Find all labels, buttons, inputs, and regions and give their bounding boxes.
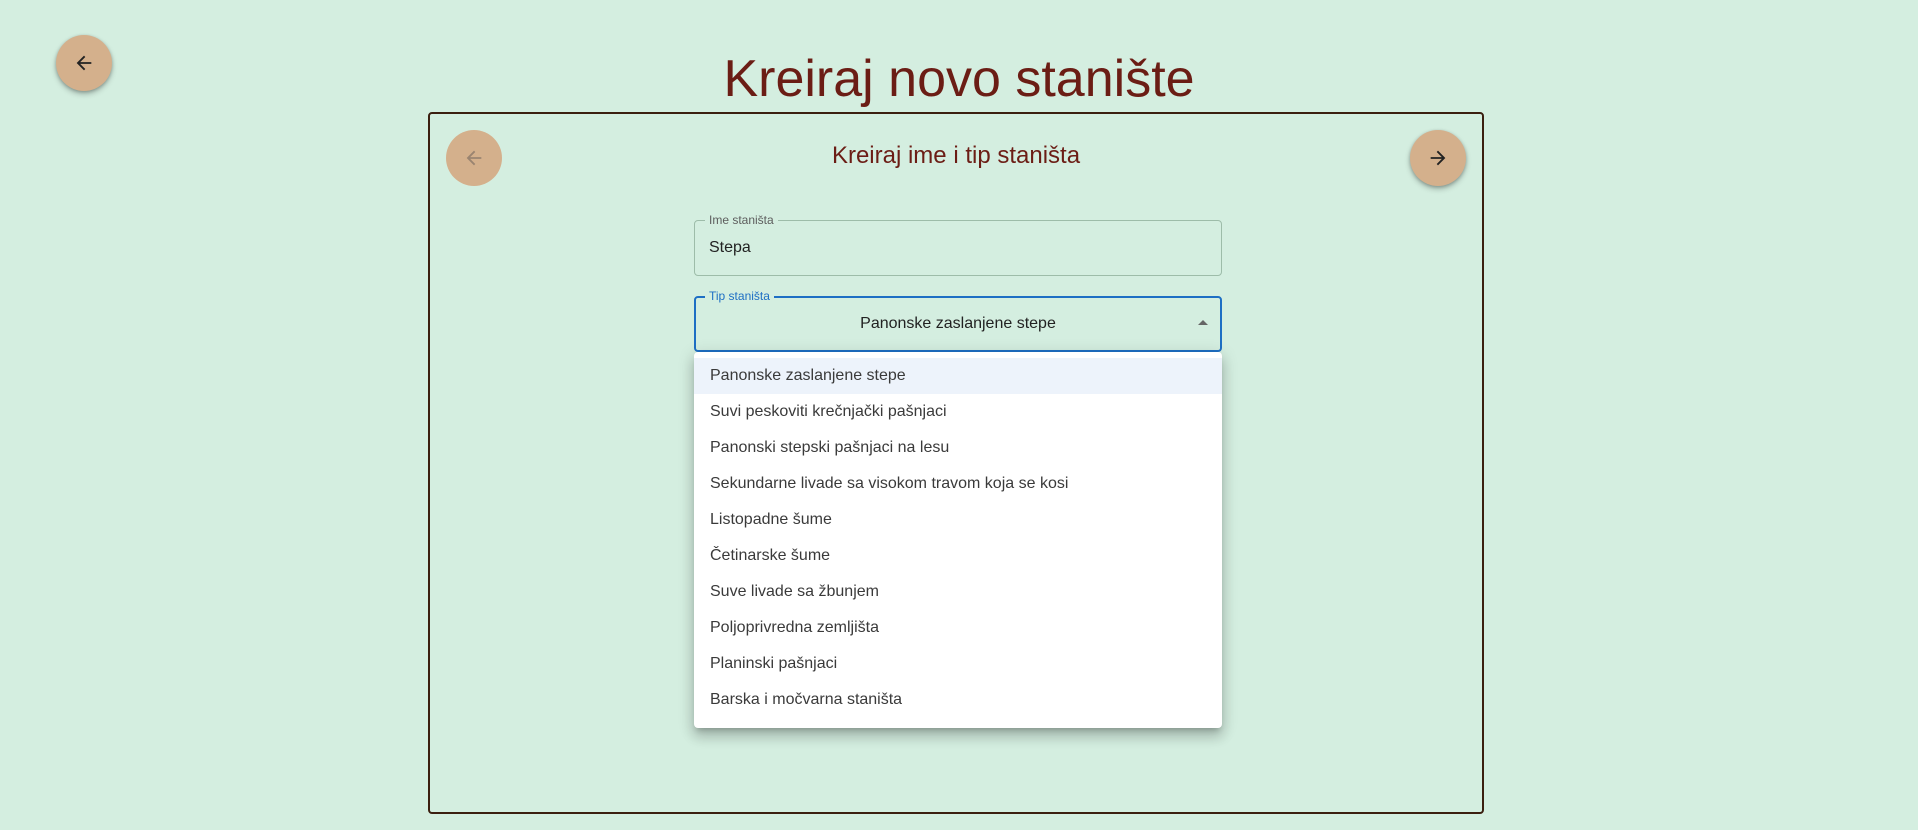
page: Kreiraj novo stanište Kreiraj ime i tip … [0, 0, 1918, 830]
habitat-type-value: Panonske zaslanjene stepe [860, 315, 1056, 332]
dropdown-option[interactable]: Planinski pašnjaci [694, 646, 1222, 682]
dropdown-option[interactable]: Barska i močvarna staništa [694, 682, 1222, 718]
next-step-button[interactable] [1410, 130, 1466, 186]
arrow-right-icon [1430, 150, 1446, 166]
dropdown-option[interactable]: Poljoprivredna zemljišta [694, 610, 1222, 646]
page-title: Kreiraj novo stanište [723, 50, 1195, 108]
dropdown-option[interactable]: Panonske zaslanjene stepe [694, 358, 1222, 394]
habitat-type-select[interactable]: Tip staništa Panonske zaslanjene stepe [694, 288, 1222, 352]
step-title: Kreiraj ime i tip staništa [831, 142, 1081, 169]
dropdown-option[interactable]: Četinarske šume [694, 538, 1222, 574]
habitat-name-field[interactable]: Ime staništa Stepa [694, 212, 1222, 276]
habitat-type-label: Tip staništa [705, 288, 774, 304]
dropdown-option[interactable]: Sekundarne livade sa visokom travom koja… [694, 466, 1222, 502]
dropdown-option[interactable]: Panonski stepski pašnjaci na lesu [694, 430, 1222, 466]
habitat-name-input[interactable]: Stepa [709, 239, 751, 257]
dropdown-option[interactable]: Suvi peskoviti krečnjački pašnjaci [694, 394, 1222, 430]
caret-up-icon[interactable] [1198, 320, 1208, 325]
habitat-name-label: Ime staništa [705, 212, 778, 228]
dropdown-option[interactable]: Suve livade sa žbunjem [694, 574, 1222, 610]
dropdown-option[interactable]: Listopadne šume [694, 502, 1222, 538]
habitat-type-dropdown-menu: Panonske zaslanjene stepe Suvi peskoviti… [694, 352, 1222, 728]
